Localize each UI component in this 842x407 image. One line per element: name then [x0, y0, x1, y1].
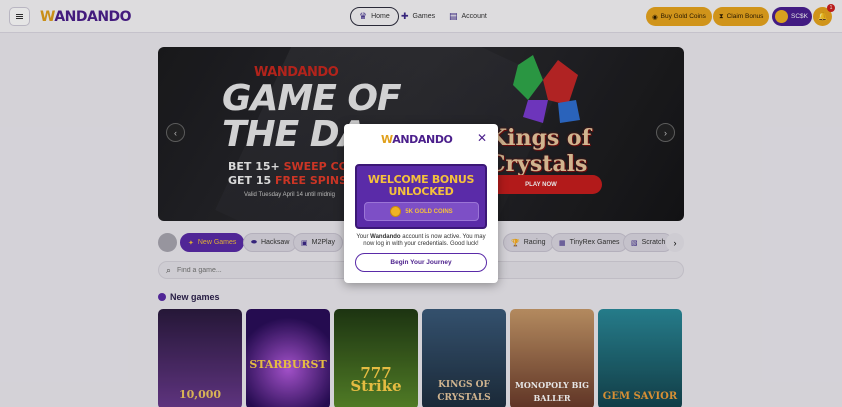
- begin-journey-button[interactable]: Begin Your Journey: [355, 253, 487, 272]
- modal-brand-logo: WANDANDO: [381, 133, 453, 146]
- close-icon[interactable]: ✕: [477, 132, 487, 144]
- modal-message: Your Wandando account is now active. You…: [356, 234, 486, 247]
- welcome-bonus-modal: WANDANDO ✕ WELCOME BONUS UNLOCKED 5K GOL…: [344, 124, 498, 283]
- bonus-card: WELCOME BONUS UNLOCKED 5K GOLD COINS: [355, 164, 487, 229]
- coin-icon: [390, 206, 402, 217]
- gold-coins-badge: 5K GOLD COINS: [364, 202, 479, 221]
- bonus-subheading: UNLOCKED: [388, 185, 454, 198]
